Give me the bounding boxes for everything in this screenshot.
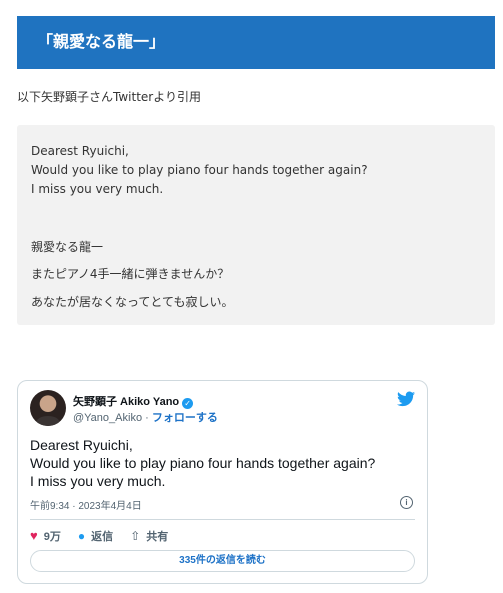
quote-line: 親愛なる龍一: [31, 240, 104, 254]
reply-label: 返信: [91, 531, 114, 543]
follow-button[interactable]: フォローする: [152, 412, 218, 424]
tweet-timestamp[interactable]: 午前9:34 · 2023年4月4日: [30, 497, 142, 512]
tweet-line: Would you like to play piano four hands …: [30, 455, 376, 471]
heart-icon: ♥: [30, 528, 38, 543]
quote-line: またピアノ4手一緒に弾きませんか？: [31, 267, 230, 281]
tweet-actions: ♥ 9万 ● 返信 ⇧ 共有: [30, 528, 182, 544]
share-button[interactable]: ⇧ 共有: [130, 528, 168, 544]
display-name[interactable]: 矢野顕子 Akiko Yano: [73, 396, 179, 408]
embedded-tweet: 矢野顕子 Akiko Yano ✓ @Yano_Akiko · フォローする De…: [17, 380, 428, 584]
quote-line: Would you like to play piano four hands …: [31, 163, 368, 177]
reply-button[interactable]: ● 返信: [78, 528, 113, 544]
quote-line: I miss you very much.: [31, 182, 164, 196]
twitter-bird-icon[interactable]: [397, 391, 415, 407]
read-replies-button[interactable]: 335件の返信を読む: [30, 550, 415, 572]
heading-text: 「親愛なる龍一」: [37, 32, 166, 51]
like-count: 9万: [43, 531, 61, 543]
author-name[interactable]: 矢野顕子 Akiko Yano ✓: [73, 393, 194, 409]
speech-bubble-icon: ●: [77, 529, 86, 543]
share-icon: ⇧: [130, 529, 141, 543]
verified-badge-icon: ✓: [182, 398, 194, 409]
info-icon[interactable]: i: [400, 496, 413, 509]
intro-text: 以下矢野顕子さんTwitterより引用: [17, 90, 201, 104]
article-heading: 「親愛なる龍一」: [17, 16, 495, 69]
tweet-text: Dearest Ryuichi, Would you like to play …: [30, 436, 420, 490]
quote-line: あなたが居なくなってとても寂しい。: [31, 295, 234, 309]
author-handle[interactable]: @Yano_Akiko: [73, 412, 142, 424]
tweet-line: I miss you very much.: [30, 473, 166, 489]
like-button[interactable]: ♥ 9万: [30, 528, 61, 544]
avatar[interactable]: [30, 390, 66, 426]
quote-line: Dearest Ryuichi,: [31, 144, 129, 158]
author-handle-row: @Yano_Akiko · フォローする: [73, 409, 218, 425]
share-label: 共有: [146, 531, 169, 543]
separator: ·: [142, 412, 152, 424]
quote-block: Dearest Ryuichi, Would you like to play …: [17, 125, 495, 325]
tweet-line: Dearest Ryuichi,: [30, 437, 133, 453]
divider: [30, 519, 415, 520]
